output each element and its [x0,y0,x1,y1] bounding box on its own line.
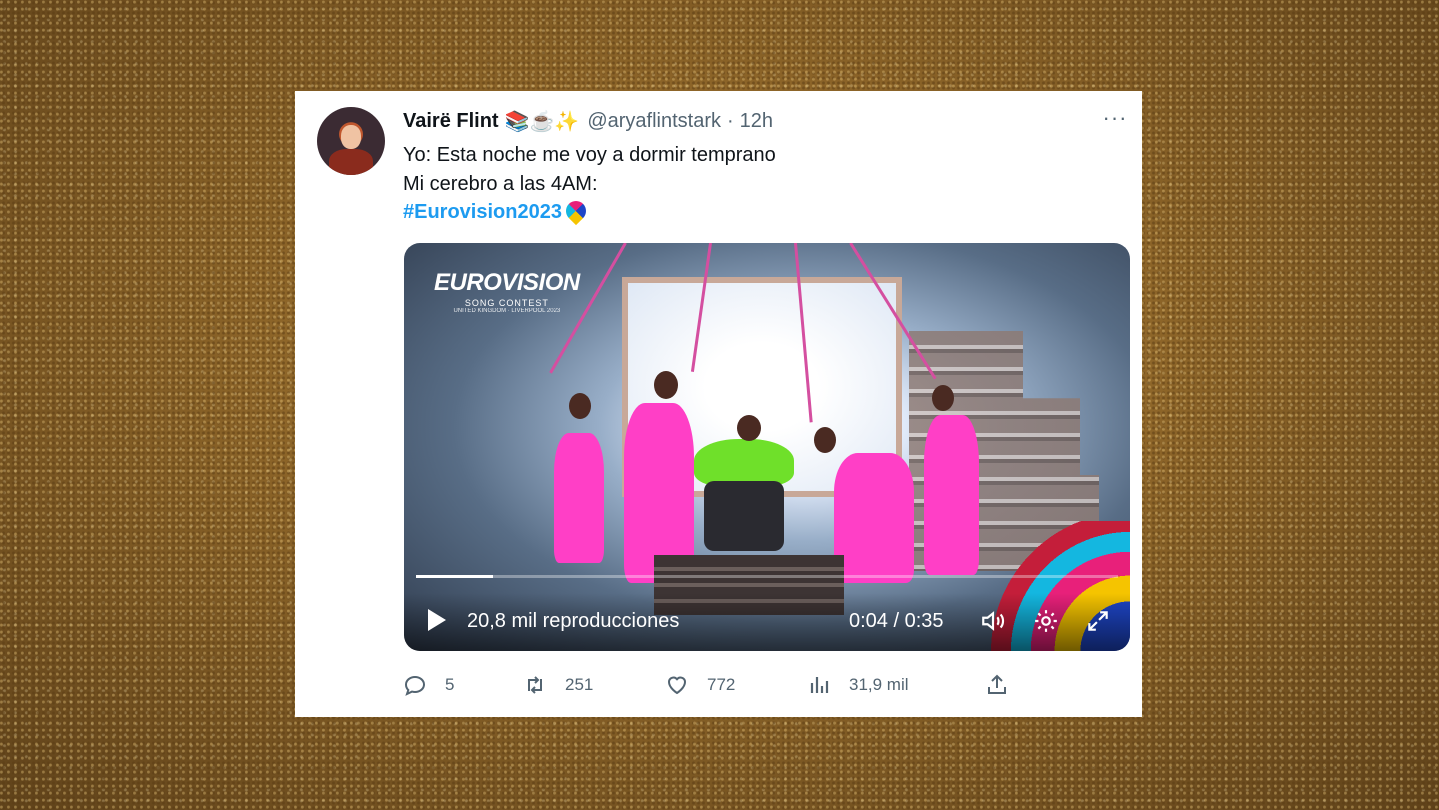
video-controls: 20,8 mil reproducciones 0:04 / 0:35 [404,593,1130,651]
retweet-count: 251 [565,675,594,694]
dancer-head [569,393,591,419]
dancer-head [654,371,678,399]
video-player[interactable]: EUROVISION SONG CONTEST UNITED KINGDOM ·… [404,243,1130,651]
eurovision-logo: EUROVISION SONG CONTEST UNITED KINGDOM ·… [434,269,580,314]
singer [694,439,794,487]
bar-chart-icon [810,677,829,693]
reply-icon [404,675,426,696]
eurovision-heart-icon [561,196,591,226]
like-count: 772 [707,675,736,694]
share-icon [988,674,1006,694]
logo-tiny-text: UNITED KINGDOM · LIVERPOOL 2023 [453,308,561,314]
hashtag-link[interactable]: #Eurovision2023 [403,201,562,223]
dancer [834,453,914,583]
retweet-icon [528,676,542,694]
video-progress-fill [416,575,494,578]
play-icon[interactable] [424,607,448,635]
more-options-icon[interactable]: ··· [1102,107,1128,131]
tweet-card: Vairë Flint 📚☕✨ @aryaflintstark · 12h ··… [295,91,1142,717]
avatar-face [341,125,361,149]
gear-icon[interactable] [1032,608,1060,636]
avatar[interactable] [317,107,385,175]
tweet-text-line: Yo: Esta noche me voy a dormir temprano [403,144,776,166]
tweet-text-line: Mi cerebro a las 4AM: [403,172,598,195]
tweet-header: Vairë Flint 📚☕✨ @aryaflintstark · 12h [403,109,773,133]
singer-head [737,415,761,441]
dancer [924,415,979,575]
tweet-hashtag-line: #Eurovision2023 [403,196,776,227]
video-views: 20,8 mil reproducciones [467,610,680,632]
tweet-actions: 5 251 772 31,9 mil [403,673,1123,697]
singer-legs [704,481,784,551]
reply-count: 5 [445,675,455,694]
video-progress-bar[interactable] [416,575,1118,578]
video-timecode: 0:04 / 0:35 [849,610,944,632]
views-count: 31,9 mil [849,675,909,694]
like-button[interactable]: 772 [665,673,735,697]
volume-icon[interactable] [979,608,1007,636]
expand-icon[interactable] [1084,608,1112,636]
heart-icon [667,676,687,695]
author-handle[interactable]: @aryaflintstark [587,110,721,133]
share-button[interactable] [985,673,1009,697]
views-button[interactable]: 31,9 mil [807,673,909,697]
reply-button[interactable]: 5 [403,673,454,697]
logo-main-text: EUROVISION [434,269,580,296]
author-name[interactable]: Vairë Flint [403,110,499,133]
retweet-button[interactable]: 251 [523,673,593,697]
header-separator: · [726,109,734,132]
avatar-body [329,149,373,175]
dancer-head [814,427,836,453]
tweet-time[interactable]: 12h [740,110,773,133]
logo-sub-text: SONG CONTEST [464,298,549,308]
dancer [554,433,604,563]
tweet-text: Yo: Esta noche me voy a dormir temprano … [403,141,776,227]
dancer-head [932,385,954,411]
author-emojis: 📚☕✨ [504,110,580,133]
